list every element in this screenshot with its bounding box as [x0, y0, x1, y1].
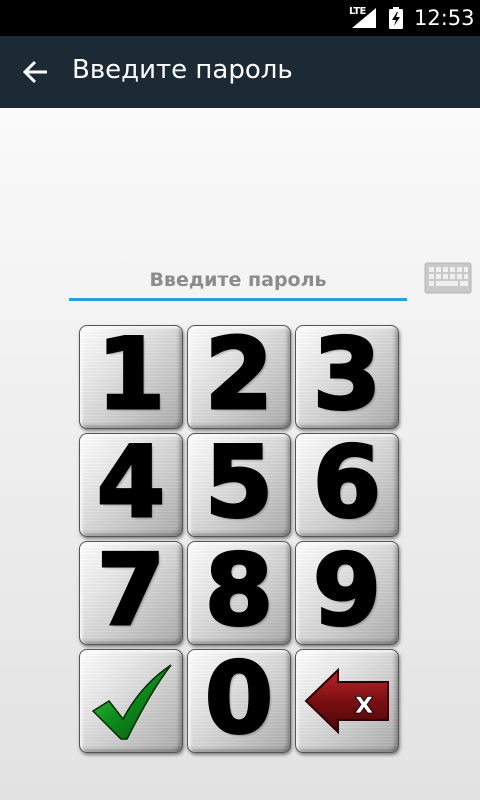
- key-label: 4: [95, 426, 166, 540]
- password-field: [69, 262, 407, 301]
- key-7[interactable]: 7: [79, 541, 183, 645]
- keypad: 1 2 3 4 5 6 7 8 9 0 x: [79, 325, 399, 753]
- key-label: 8: [203, 534, 274, 648]
- key-5[interactable]: 5: [187, 433, 291, 537]
- page-title: Введите пароль: [72, 55, 293, 85]
- app-bar: Введите пароль: [0, 36, 480, 108]
- status-bar: LTE 12:53: [0, 0, 480, 36]
- content-area: 1 2 3 4 5 6 7 8 9 0 x: [0, 108, 480, 800]
- key-6[interactable]: 6: [295, 433, 399, 537]
- arrow-back-icon: [22, 60, 47, 84]
- key-8[interactable]: 8: [187, 541, 291, 645]
- key-label: 5: [203, 426, 274, 540]
- key-label: 7: [95, 534, 166, 648]
- key-9[interactable]: 9: [295, 541, 399, 645]
- backspace-icon: x: [304, 667, 389, 735]
- key-label: 0: [203, 642, 274, 756]
- checkmark-icon: [91, 664, 172, 740]
- battery-charging-icon: [389, 7, 403, 29]
- backspace-glyph: x: [354, 686, 373, 721]
- key-label: 1: [95, 318, 166, 432]
- signal-strength-icon: [352, 8, 376, 28]
- key-1[interactable]: 1: [79, 325, 183, 429]
- key-label: 9: [311, 534, 382, 648]
- clock: 12:53: [414, 6, 475, 30]
- key-0[interactable]: 0: [187, 649, 291, 753]
- keyboard-icon: [424, 262, 472, 294]
- keyboard-toggle-button[interactable]: [424, 262, 472, 294]
- key-label: 2: [203, 318, 274, 432]
- key-2[interactable]: 2: [187, 325, 291, 429]
- key-label: 6: [311, 426, 382, 540]
- back-button[interactable]: [20, 56, 52, 88]
- confirm-button[interactable]: [79, 649, 183, 753]
- key-3[interactable]: 3: [295, 325, 399, 429]
- password-input[interactable]: [69, 262, 407, 298]
- key-label: 3: [311, 318, 382, 432]
- backspace-button[interactable]: x: [295, 649, 399, 753]
- key-4[interactable]: 4: [79, 433, 183, 537]
